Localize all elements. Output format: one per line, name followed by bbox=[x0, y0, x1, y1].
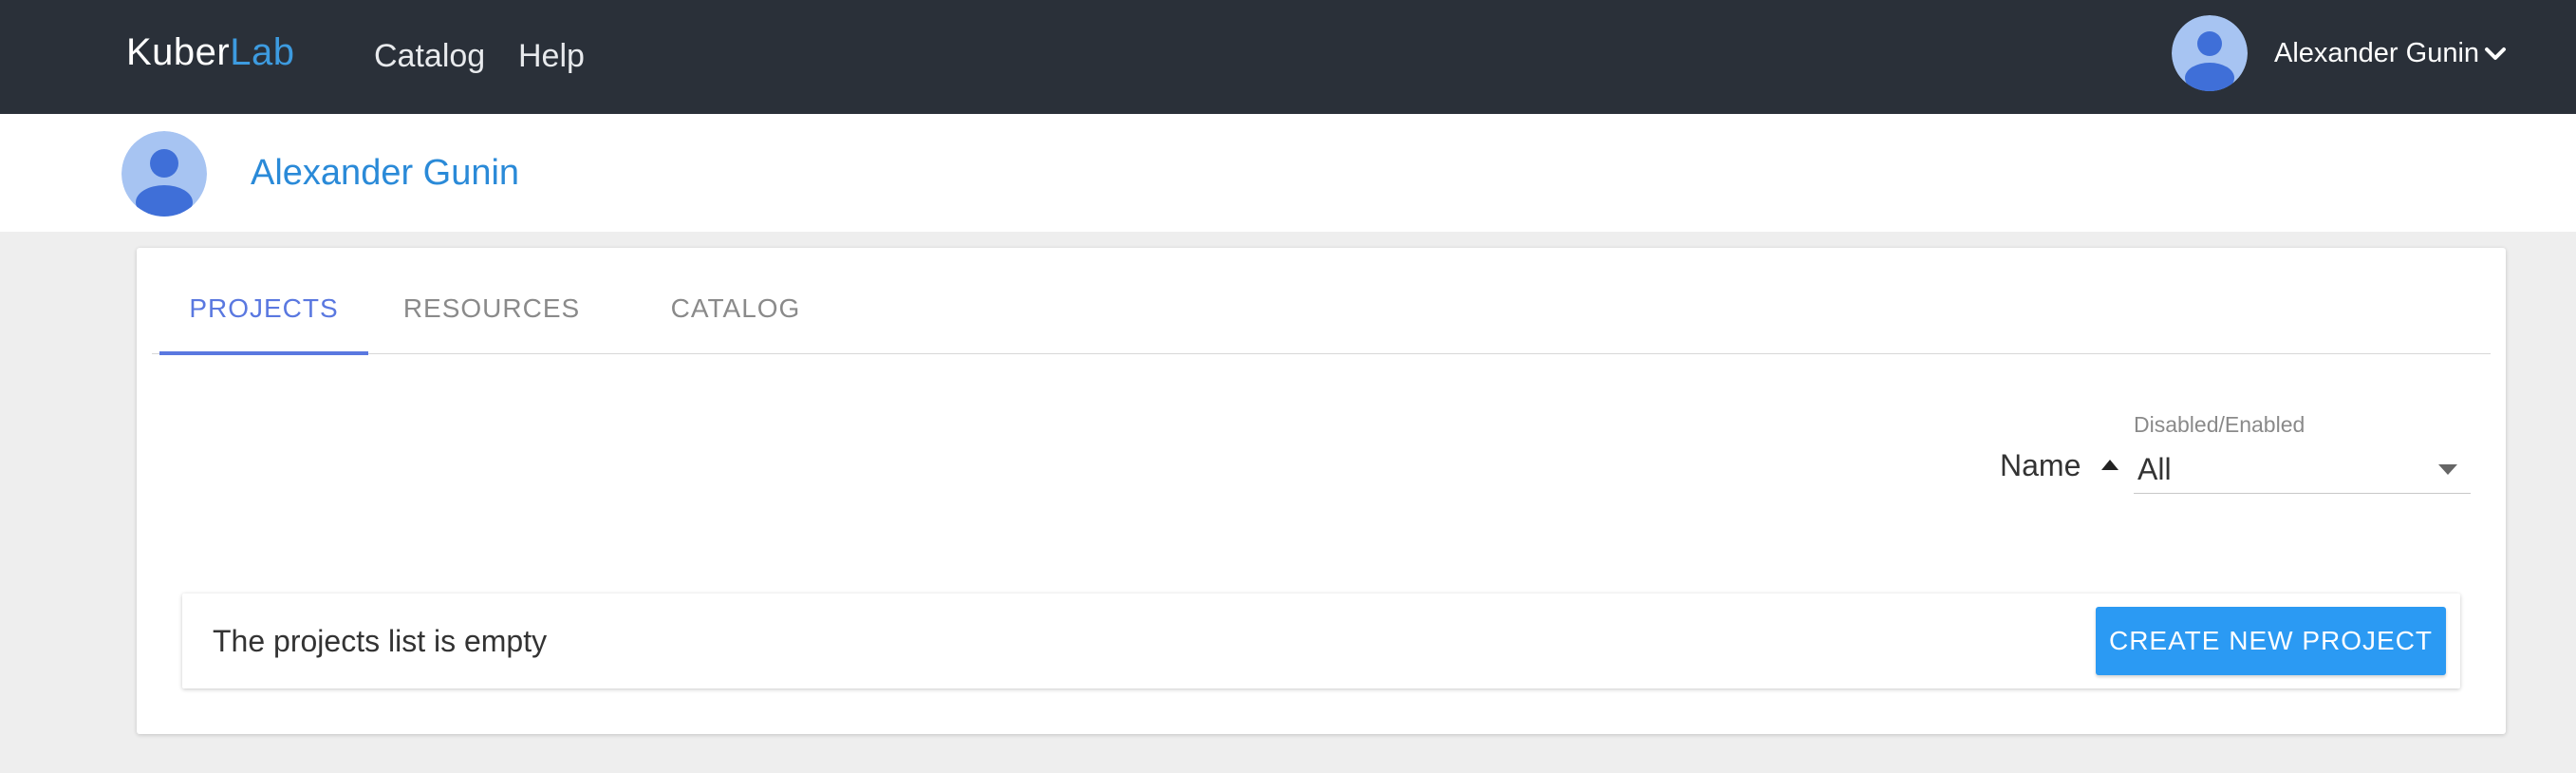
profile-name[interactable]: Alexander Gunin bbox=[251, 150, 519, 196]
profile-header: Alexander Gunin bbox=[0, 114, 2576, 232]
tab-projects-label: PROJECTS bbox=[189, 293, 339, 323]
tab-catalog[interactable]: CATALOG bbox=[664, 248, 807, 354]
empty-list-message: The projects list is empty bbox=[213, 624, 548, 658]
tab-resources[interactable]: RESOURCES bbox=[401, 248, 583, 354]
nav-help-link[interactable]: Help bbox=[518, 34, 585, 78]
user-avatar-icon[interactable] bbox=[2172, 15, 2248, 91]
active-tab-indicator bbox=[159, 351, 368, 355]
tab-resources-label: RESOURCES bbox=[402, 293, 581, 323]
filter-label: Disabled/Enabled bbox=[2134, 412, 2305, 437]
status-filter-select[interactable]: All bbox=[2134, 444, 2471, 494]
top-navbar: KuberLab Catalog Help Alexander Gunin bbox=[0, 0, 2576, 114]
tab-catalog-label: CATALOG bbox=[670, 293, 801, 323]
filter-selected-value: All bbox=[2137, 452, 2172, 486]
sort-by-name-button[interactable]: Name bbox=[2000, 446, 2081, 484]
logo-text-lab: Lab bbox=[230, 31, 295, 73]
user-menu-name[interactable]: Alexander Gunin bbox=[2274, 34, 2479, 72]
create-new-project-button[interactable]: CREATE NEW PROJECT bbox=[2096, 607, 2446, 675]
profile-avatar-icon bbox=[121, 131, 207, 217]
tab-bar: PROJECTS RESOURCES CATALOG bbox=[152, 248, 2491, 355]
nav-catalog-link[interactable]: Catalog bbox=[374, 34, 485, 78]
kuberlab-logo[interactable]: KuberLab bbox=[126, 28, 295, 76]
dropdown-caret-icon bbox=[2438, 463, 2457, 475]
projects-empty-panel: The projects list is empty CREATE NEW PR… bbox=[182, 594, 2460, 688]
logo-text-kuber: Kuber bbox=[126, 31, 231, 73]
sort-ascending-icon[interactable] bbox=[2100, 456, 2120, 473]
tab-projects[interactable]: PROJECTS bbox=[159, 248, 368, 355]
chevron-down-icon[interactable] bbox=[2483, 42, 2508, 66]
